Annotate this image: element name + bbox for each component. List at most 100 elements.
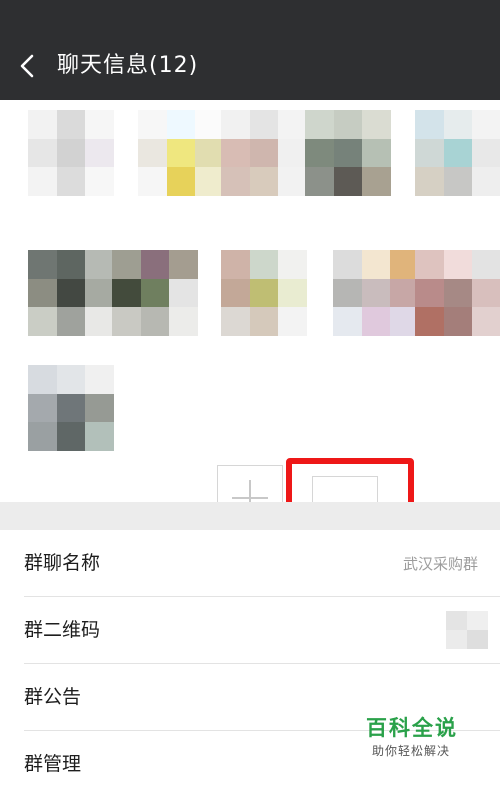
avatar-pixel: [415, 167, 444, 196]
avatar-pixel: [195, 110, 224, 139]
avatar-pixel: [333, 307, 362, 336]
member-avatar[interactable]: [28, 365, 114, 451]
member-avatar[interactable]: [112, 250, 198, 336]
avatar-pixel: [361, 250, 391, 279]
watermark-title: 百科全说: [366, 716, 458, 740]
avatar-pixel: [472, 138, 500, 168]
avatar-pixel: [443, 138, 473, 168]
group-announcement-label: 群公告: [24, 686, 82, 708]
avatar-pixel: [166, 110, 196, 139]
avatar-pixel: [138, 138, 167, 168]
avatar-pixel: [278, 250, 307, 279]
avatar-pixel: [56, 167, 86, 196]
avatar-pixel: [305, 138, 334, 168]
avatar-pixel: [415, 278, 444, 308]
avatar-pixel: [333, 138, 363, 168]
avatar-pixel: [249, 138, 279, 168]
avatar-pixel: [85, 307, 114, 336]
avatar-pixel: [112, 278, 141, 308]
avatar-pixel: [85, 167, 114, 196]
avatar-pixel: [221, 138, 250, 168]
avatar-pixel: [56, 278, 86, 308]
avatar-pixel: [333, 167, 363, 196]
page-title: 聊天信息(12): [57, 53, 199, 78]
member-avatar[interactable]: [221, 110, 307, 196]
avatar-pixel: [28, 167, 57, 196]
avatar-pixel: [443, 110, 473, 139]
avatar-pixel: [361, 278, 391, 308]
avatar-pixel: [85, 365, 114, 394]
chevron-left-icon[interactable]: [14, 52, 42, 80]
qrcode-thumbnail: [446, 611, 488, 649]
avatar-pixel: [28, 422, 57, 451]
member-avatar[interactable]: [138, 110, 224, 196]
member-avatar[interactable]: [415, 250, 500, 336]
avatar-pixel: [112, 307, 141, 336]
avatar-pixel: [472, 250, 500, 279]
avatar-pixel: [140, 278, 170, 308]
avatar-pixel: [56, 422, 86, 451]
group-name-label: 群聊名称: [24, 552, 101, 574]
avatar-pixel: [56, 110, 86, 139]
avatar-pixel: [362, 110, 391, 139]
avatar-pixel: [28, 278, 57, 308]
member-avatar[interactable]: [221, 250, 307, 336]
avatar-pixel: [249, 110, 279, 139]
avatar-pixel: [443, 307, 473, 336]
title-bar: 聊天信息(12): [0, 0, 500, 100]
group-name-value: 武汉采购群: [402, 555, 478, 573]
avatar-pixel: [140, 250, 170, 279]
avatar-pixel: [443, 278, 473, 308]
group-qrcode-label: 群二维码: [24, 619, 101, 641]
avatar-pixel: [249, 278, 279, 308]
avatar-pixel: [278, 167, 307, 196]
avatar-pixel: [85, 250, 114, 279]
avatar-pixel: [415, 307, 444, 336]
avatar-pixel: [443, 250, 473, 279]
group-name-row[interactable]: 群聊名称 武汉采购群: [0, 530, 500, 596]
avatar-pixel: [333, 278, 362, 308]
avatar-pixel: [362, 167, 391, 196]
avatar-pixel: [195, 138, 224, 168]
avatar-pixel: [166, 138, 196, 168]
avatar-pixel: [56, 138, 86, 168]
avatar-pixel: [112, 250, 141, 279]
member-avatar[interactable]: [28, 110, 114, 196]
avatar-pixel: [221, 167, 250, 196]
avatar-pixel: [472, 278, 500, 308]
member-avatar[interactable]: [305, 110, 391, 196]
avatar-pixel: [85, 278, 114, 308]
avatar-pixel: [28, 138, 57, 168]
avatar-pixel: [166, 167, 196, 196]
avatar-pixel: [28, 365, 57, 394]
avatar-pixel: [169, 278, 198, 308]
member-avatar[interactable]: [333, 250, 419, 336]
avatar-pixel: [140, 307, 170, 336]
avatar-pixel: [415, 138, 444, 168]
avatar-pixel: [56, 250, 86, 279]
avatar-pixel: [28, 110, 57, 139]
avatar-pixel: [56, 307, 86, 336]
watermark-logo: 百科全说 助你轻松解决: [358, 715, 488, 765]
avatar-pixel: [138, 110, 167, 139]
group-management-label: 群管理: [24, 753, 82, 775]
avatar-pixel: [195, 167, 224, 196]
avatar-pixel: [305, 110, 334, 139]
member-avatar[interactable]: [28, 250, 114, 336]
avatar-pixel: [56, 365, 86, 394]
avatar-pixel: [28, 393, 57, 423]
avatar-pixel: [278, 110, 307, 139]
watermark-subtitle: 助你轻松解决: [372, 744, 451, 758]
avatar-pixel: [415, 250, 444, 279]
avatar-pixel: [333, 250, 362, 279]
avatar-pixel: [249, 307, 279, 336]
avatar-pixel: [278, 307, 307, 336]
avatar-pixel: [85, 422, 114, 451]
avatar-pixel: [221, 110, 250, 139]
avatar-pixel: [333, 110, 363, 139]
avatar-pixel: [278, 138, 307, 168]
member-avatar[interactable]: [415, 110, 500, 196]
avatar-pixel: [85, 110, 114, 139]
group-qrcode-row[interactable]: 群二维码: [0, 597, 500, 663]
avatar-pixel: [362, 138, 391, 168]
